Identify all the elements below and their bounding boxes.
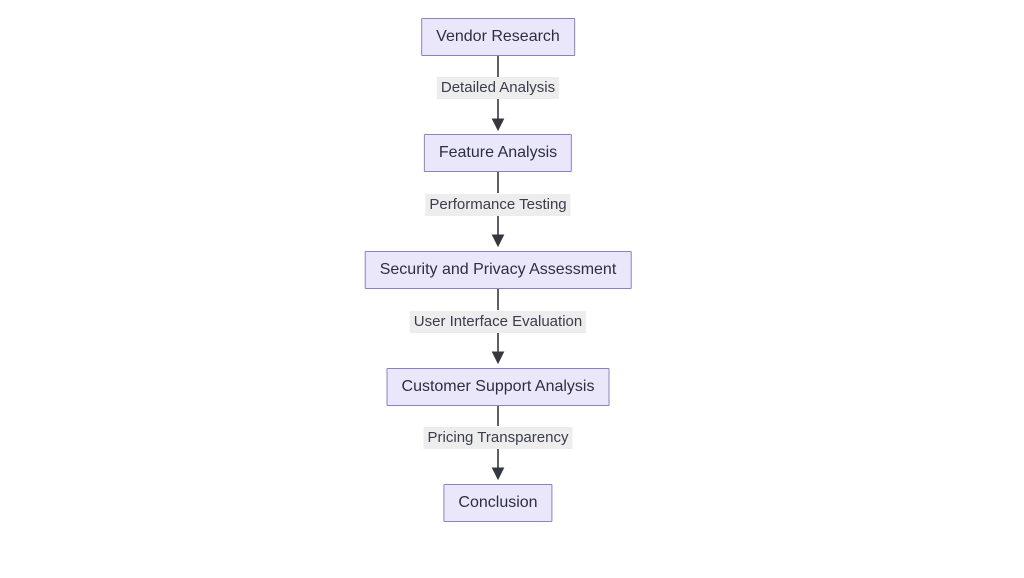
flowchart-canvas: Vendor Research Feature Analysis Securit… bbox=[0, 0, 1024, 578]
node-vendor-research: Vendor Research bbox=[421, 18, 575, 56]
edge-label-ui-evaluation: User Interface Evaluation bbox=[410, 311, 586, 333]
node-feature-analysis: Feature Analysis bbox=[424, 134, 572, 172]
node-conclusion: Conclusion bbox=[443, 484, 552, 522]
node-customer-support: Customer Support Analysis bbox=[387, 368, 610, 406]
node-security-privacy: Security and Privacy Assessment bbox=[365, 251, 632, 289]
edge-label-pricing-transparency: Pricing Transparency bbox=[424, 427, 573, 449]
edge-label-detailed-analysis: Detailed Analysis bbox=[437, 77, 559, 99]
edge-label-performance-testing: Performance Testing bbox=[425, 194, 570, 216]
